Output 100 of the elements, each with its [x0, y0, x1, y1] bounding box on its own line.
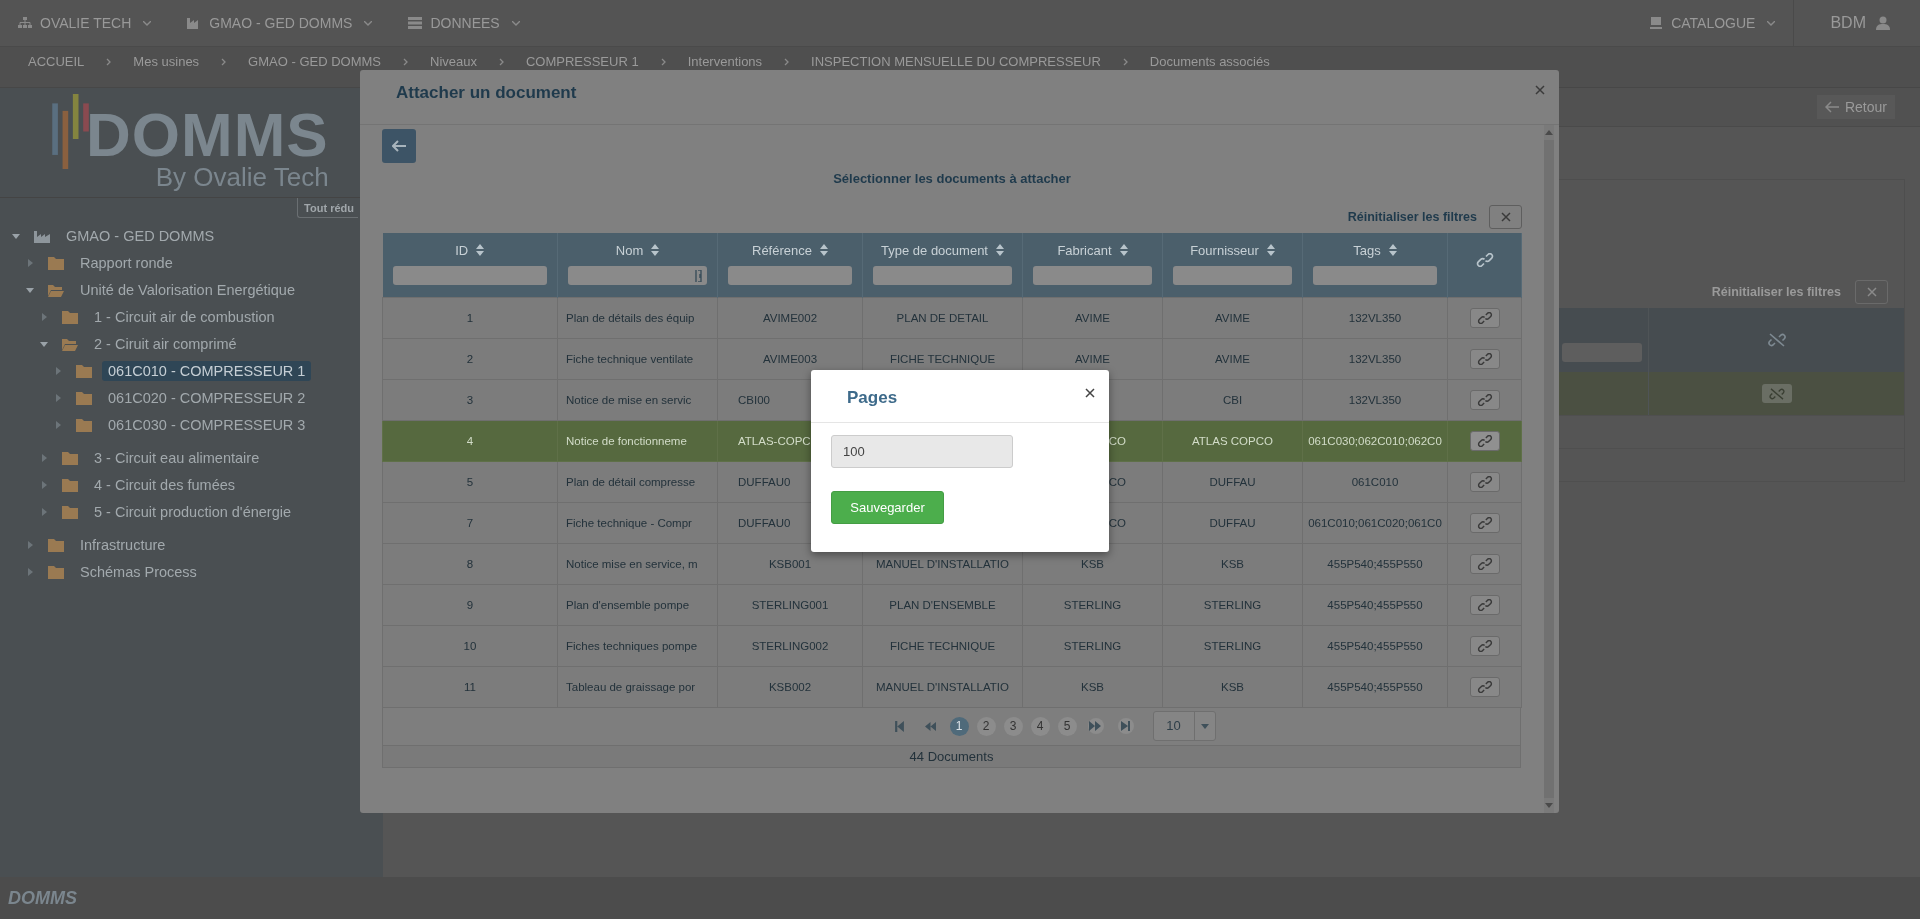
sort-icon[interactable] — [1266, 244, 1275, 256]
sort-icon[interactable] — [1388, 244, 1397, 256]
link-button[interactable] — [1469, 512, 1500, 533]
caret-icon[interactable] — [26, 285, 34, 294]
clear-filters-button[interactable] — [1855, 280, 1888, 304]
table-row[interactable]: 1 Plan de détails des équip AVIME002 PLAN DE DETAIL AVIME AVIME 132VL350 — [382, 297, 1522, 338]
tree-item[interactable]: Infrastructure — [74, 534, 172, 555]
user-menu[interactable]: BDM — [1793, 0, 1920, 47]
unlink-button[interactable] — [1761, 384, 1792, 403]
breadcrumb-link[interactable]: Mes usines — [133, 54, 200, 69]
filter-field[interactable] — [1173, 266, 1292, 285]
tree-item[interactable]: 061C010 - COMPRESSEUR 1 — [102, 360, 312, 381]
sort-icon[interactable] — [476, 244, 485, 256]
link-button[interactable] — [1469, 676, 1500, 697]
catalogue-menu[interactable]: CATALOGUE — [1631, 15, 1794, 31]
tree-item[interactable]: Rapport ronde — [74, 252, 179, 273]
caret-icon[interactable] — [40, 453, 48, 462]
arrow-down-icon[interactable] — [1545, 803, 1553, 808]
caret-icon[interactable] — [40, 312, 48, 321]
caret-icon[interactable] — [26, 567, 34, 576]
sort-icon[interactable] — [996, 244, 1004, 256]
caret-icon[interactable] — [12, 231, 20, 240]
link-button[interactable] — [1469, 389, 1500, 410]
link-button[interactable] — [1469, 348, 1500, 369]
clear-filters-button[interactable] — [1489, 205, 1522, 229]
nav-menu[interactable]: DONNEES — [390, 15, 538, 31]
breadcrumb-link[interactable]: INSPECTION MENSUELLE DU COMPRESSEUR — [811, 54, 1101, 69]
link-button[interactable] — [1469, 471, 1500, 492]
tree-item[interactable]: 3 - Circuit eau alimentaire — [88, 447, 266, 468]
column-resize-icon[interactable] — [695, 269, 703, 282]
caret-icon[interactable] — [54, 420, 62, 429]
column-title[interactable]: Référence — [752, 242, 812, 258]
nav-menu[interactable]: OVALIE TECH — [0, 15, 170, 31]
filter-field[interactable] — [873, 266, 1012, 285]
caret-icon[interactable] — [40, 339, 48, 348]
page-button[interactable]: 1 — [949, 716, 969, 736]
column-title[interactable]: Fabricant — [1057, 242, 1112, 258]
page-size-select[interactable]: 10 — [1152, 711, 1216, 741]
pages-input-field[interactable]: 100 — [831, 435, 1013, 468]
filter-field[interactable] — [1562, 343, 1642, 362]
column-title[interactable]: Nom — [615, 242, 644, 258]
nav-menu[interactable]: GMAO - GED DOMMS — [169, 15, 391, 31]
back-button[interactable]: Retour — [1816, 95, 1895, 119]
caret-icon[interactable] — [40, 480, 48, 489]
link-button[interactable] — [1469, 594, 1500, 615]
sort-icon[interactable] — [1119, 244, 1128, 256]
column-title[interactable]: Tags — [1353, 242, 1381, 258]
breadcrumb-link[interactable]: Niveaux — [430, 54, 477, 69]
tree-item[interactable]: 1 - Circuit air de combustion — [88, 306, 281, 327]
breadcrumb-link[interactable]: Documents associés — [1149, 54, 1270, 69]
page-button[interactable]: 2 — [976, 716, 996, 736]
column-title[interactable]: Fournisseur — [1190, 242, 1259, 258]
tree-item[interactable]: 2 - Ciruit air comprimé — [88, 333, 243, 354]
previous-page-icon[interactable] — [924, 720, 936, 732]
tree-item[interactable]: 061C030 - COMPRESSEUR 3 — [102, 414, 312, 435]
scrollbar[interactable] — [1544, 125, 1554, 813]
table-row[interactable]: 8 Notice mise en service, m KSB001 MANUEL D'INSTALLATIO KSB KSB 455P540;455P550 — [382, 543, 1522, 584]
filter-field[interactable] — [1033, 266, 1152, 285]
link-button[interactable] — [1469, 553, 1500, 574]
save-button[interactable]: Sauvegarder — [831, 491, 944, 524]
filter-field[interactable] — [568, 266, 707, 285]
caret-icon[interactable] — [54, 393, 62, 402]
tree-item[interactable]: Schémas Process — [74, 561, 203, 582]
link-button[interactable] — [1469, 307, 1500, 328]
tree-item[interactable]: 061C020 - COMPRESSEUR 2 — [102, 387, 312, 408]
column-title[interactable]: Type de document — [881, 242, 988, 258]
page-button[interactable]: 3 — [1003, 716, 1023, 736]
sort-icon[interactable] — [651, 244, 660, 256]
page-button[interactable]: 5 — [1057, 716, 1077, 736]
back-button[interactable] — [382, 129, 416, 163]
tree-item[interactable]: 5 - Circuit production d'énergie — [88, 501, 297, 522]
tree-item[interactable]: GMAO - GED DOMMS — [60, 225, 221, 246]
page-button[interactable]: 4 — [1030, 716, 1050, 736]
filter-field[interactable] — [728, 266, 852, 285]
link-button[interactable] — [1469, 635, 1500, 656]
caret-icon[interactable] — [40, 507, 48, 516]
column-title[interactable]: ID — [455, 242, 469, 258]
first-page-icon[interactable] — [893, 720, 905, 732]
arrow-up-icon[interactable] — [1545, 130, 1553, 135]
breadcrumb-link[interactable]: Interventions — [687, 54, 763, 69]
table-row[interactable]: 9 Plan d'ensemble pompe STERLING001 PLAN D'ENSEMBLE STERLING STERLING 455P540;455P550 — [382, 584, 1522, 625]
breadcrumb-link[interactable]: COMPRESSEUR 1 — [525, 54, 639, 69]
close-button[interactable] — [1083, 386, 1097, 400]
table-row[interactable]: 10 Fiches techniques pompe STERLING002 FICHE TECHNIQUE STERLING STERLING 455P540;455P550 — [382, 625, 1522, 666]
caret-icon[interactable] — [54, 366, 62, 375]
unlink-icon — [1768, 387, 1785, 400]
collapse-all-button[interactable]: Tout rédu — [297, 198, 358, 218]
sort-icon[interactable] — [820, 244, 828, 256]
breadcrumb-link[interactable]: GMAO - GED DOMMS — [248, 54, 381, 69]
table-row[interactable]: 2 Fiche technique ventilate AVIME003 FICHE TECHNIQUE AVIME AVIME 132VL350 — [382, 338, 1522, 379]
link-button[interactable] — [1469, 430, 1500, 451]
tree-item[interactable]: Unité de Valorisation Energétique — [74, 279, 301, 300]
table-row[interactable]: 11 Tableau de graissage por KSB002 MANUEL D'INSTALLATIO KSB KSB 455P540;455P550 — [382, 666, 1522, 707]
filter-field[interactable] — [1313, 266, 1437, 285]
filter-field[interactable] — [392, 266, 547, 285]
modal-title: Attacher un document — [396, 83, 577, 103]
breadcrumb-link[interactable]: ACCUEIL — [28, 54, 85, 69]
tree-item[interactable]: 4 - Circuit des fumées — [88, 474, 242, 495]
caret-icon[interactable] — [26, 258, 34, 267]
caret-icon[interactable] — [26, 540, 34, 549]
